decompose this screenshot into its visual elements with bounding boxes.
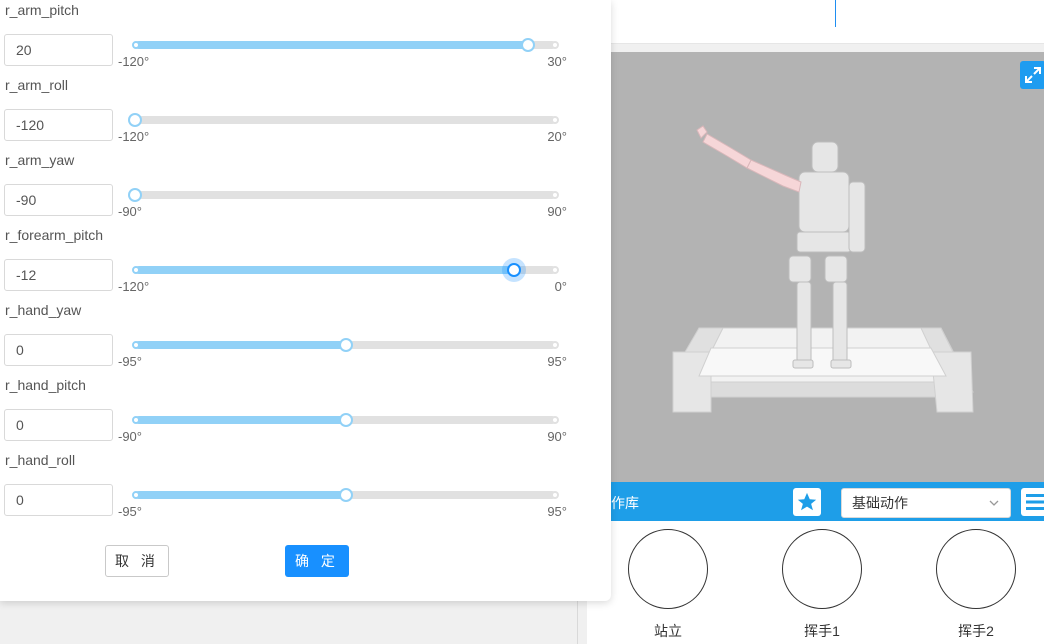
chevron-down-icon: [989, 500, 999, 506]
slider-handle[interactable]: [520, 38, 535, 52]
joint-row-r-forearm-pitch: r_forearm_pitch -120° 0°: [0, 227, 611, 302]
slider-max-label: 30°: [547, 54, 567, 69]
joint-value-input[interactable]: [4, 109, 113, 141]
joint-slider[interactable]: [132, 413, 559, 427]
joint-name: r_forearm_pitch: [5, 227, 104, 243]
slider-handle[interactable]: [338, 488, 353, 502]
slider-fill: [135, 341, 346, 349]
joint-slider[interactable]: [132, 488, 559, 502]
background-panel: [0, 600, 578, 644]
robot-3d-viewport[interactable]: [611, 52, 1044, 482]
slider-end-dot: [551, 116, 559, 124]
slider-end-dot: [551, 341, 559, 349]
slider-min-label: -95°: [118, 354, 142, 369]
slider-end-dot: [551, 191, 559, 199]
joint-name: r_hand_roll: [5, 452, 76, 468]
hamburger-icon: [1026, 494, 1044, 510]
joint-value-input[interactable]: [4, 184, 113, 216]
slider-max-label: 20°: [547, 129, 567, 144]
action-list: 站立 挥手1 挥手2: [587, 521, 1044, 644]
favorites-button[interactable]: [793, 488, 821, 516]
slider-min-label: -120°: [118, 279, 150, 294]
slider-min-label: -120°: [118, 129, 150, 144]
action-item-stand[interactable]: 站立: [627, 529, 709, 641]
slider-fill: [135, 41, 528, 49]
action-label: 挥手1: [804, 623, 840, 639]
top-header-area: [578, 0, 1044, 44]
slider-handle[interactable]: [338, 338, 353, 352]
slider-start-dot: [132, 416, 140, 424]
fullscreen-button[interactable]: [1020, 61, 1044, 89]
joint-value-input[interactable]: [4, 334, 113, 366]
category-select-value: 基础动作: [852, 495, 908, 511]
action-thumbnail: [628, 529, 708, 609]
slider-max-label: 95°: [547, 504, 567, 519]
cancel-button[interactable]: 取 消: [105, 545, 169, 577]
slider-max-label: 0°: [554, 279, 567, 294]
joint-name: r_arm_roll: [5, 77, 69, 93]
slider-fill: [135, 416, 346, 424]
joint-editor-dialog: r_arm_pitch -120° 30° r_arm_roll -120° 2…: [0, 0, 611, 601]
slider-end-dot: [551, 491, 559, 499]
slider-handle[interactable]: [506, 263, 521, 277]
joint-row-r-arm-pitch: r_arm_pitch -120° 30°: [0, 2, 611, 77]
joint-slider[interactable]: [132, 263, 559, 277]
slider-end-dot: [551, 266, 559, 274]
category-select[interactable]: 基础动作: [841, 488, 1011, 518]
joint-row-r-hand-roll: r_hand_roll -95° 95°: [0, 452, 611, 527]
text-cursor: [835, 0, 836, 27]
action-thumbnail: [782, 529, 862, 609]
slider-start-dot: [132, 491, 140, 499]
joint-value-input[interactable]: [4, 409, 113, 441]
slider-max-label: 90°: [547, 429, 567, 444]
slider-end-dot: [551, 41, 559, 49]
robot-raised-arm: [696, 125, 802, 193]
slider-min-label: -95°: [118, 504, 142, 519]
menu-button[interactable]: [1021, 488, 1044, 516]
slider-max-label: 90°: [547, 204, 567, 219]
slider-max-label: 95°: [547, 354, 567, 369]
slider-fill: [135, 266, 514, 274]
action-library-bar: 作库 基础动作: [611, 482, 1044, 521]
platform: [672, 327, 974, 413]
slider-fill: [135, 491, 346, 499]
star-icon: [797, 492, 817, 511]
slider-min-label: -90°: [118, 429, 142, 444]
joint-row-r-hand-pitch: r_hand_pitch -90° 90°: [0, 377, 611, 452]
slider-handle[interactable]: [128, 188, 142, 202]
joint-value-input[interactable]: [4, 34, 113, 66]
slider-start-dot: [132, 341, 140, 349]
joint-value-input[interactable]: [4, 259, 113, 291]
slider-min-label: -120°: [118, 54, 150, 69]
joint-row-r-arm-yaw: r_arm_yaw -90° 90°: [0, 152, 611, 227]
confirm-button[interactable]: 确 定: [285, 545, 349, 577]
joint-name: r_hand_pitch: [5, 377, 86, 393]
expand-icon: [1025, 67, 1041, 83]
joint-row-r-arm-roll: r_arm_roll -120° 20°: [0, 77, 611, 152]
joint-slider[interactable]: [132, 38, 559, 52]
joint-slider[interactable]: [128, 113, 559, 127]
joint-row-r-hand-yaw: r_hand_yaw -95° 95°: [0, 302, 611, 377]
action-label: 挥手2: [958, 623, 994, 639]
robot-model-scene: [672, 125, 974, 413]
action-item-wave2[interactable]: 挥手2: [935, 529, 1017, 641]
slider-start-dot: [132, 41, 140, 49]
joint-name: r_hand_yaw: [5, 302, 82, 318]
slider-min-label: -90°: [118, 204, 142, 219]
joint-slider[interactable]: [128, 188, 559, 202]
joint-name: r_arm_yaw: [5, 152, 75, 168]
action-label: 站立: [654, 623, 682, 639]
slider-end-dot: [551, 416, 559, 424]
joint-slider[interactable]: [132, 338, 559, 352]
slider-handle[interactable]: [128, 113, 142, 127]
slider-start-dot: [132, 266, 140, 274]
action-item-wave1[interactable]: 挥手1: [781, 529, 863, 641]
action-thumbnail: [936, 529, 1016, 609]
joint-name: r_arm_pitch: [5, 2, 79, 18]
slider-handle[interactable]: [338, 413, 353, 427]
joint-value-input[interactable]: [4, 484, 113, 516]
action-library-title: 作库: [611, 495, 639, 511]
